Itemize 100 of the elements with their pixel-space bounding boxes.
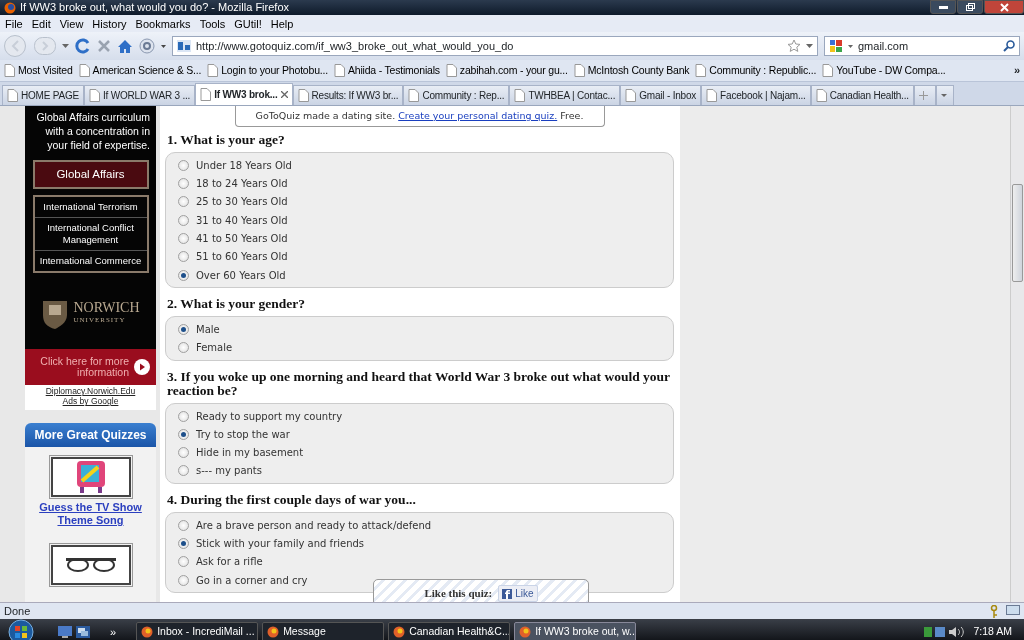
answer-option[interactable]: Hide in my basement: [178, 443, 304, 462]
browser-tab[interactable]: HOME PAGE: [2, 85, 85, 105]
ad-button[interactable]: Global Affairs: [32, 160, 149, 190]
radio-button[interactable]: [178, 447, 189, 459]
bookmark-item[interactable]: McIntosh County Bank: [573, 62, 690, 79]
radio-button[interactable]: [178, 196, 189, 208]
taskbar-overflow-button[interactable]: »: [110, 623, 117, 640]
reload-button[interactable]: [75, 38, 91, 54]
bookmarks-overflow-button[interactable]: »: [1014, 62, 1020, 79]
radio-button[interactable]: [178, 269, 189, 281]
answer-option[interactable]: Go in a corner and cry: [178, 571, 308, 590]
radio-button[interactable]: [178, 251, 189, 263]
question-title: 3. If you woke up one morning and heard that World War 3 broke out what would your reaction be?: [167, 369, 671, 398]
menu-item[interactable]: GUtil!: [234, 16, 262, 31]
scrollbar-thumb[interactable]: [1012, 184, 1023, 282]
menu-item[interactable]: File: [5, 16, 23, 31]
answer-option[interactable]: Under 18 Years Old: [178, 156, 292, 175]
radio-button[interactable]: [178, 323, 189, 335]
page-icon: [200, 88, 212, 101]
maximize-button[interactable]: [957, 0, 983, 14]
answer-option[interactable]: 31 to 40 Years Old: [178, 211, 288, 230]
browser-tab[interactable]: Canadian Health...: [810, 85, 914, 105]
menu-item[interactable]: History: [92, 16, 127, 31]
answer-option[interactable]: Female: [178, 338, 233, 357]
taskbar-button[interactable]: Inbox - IncrediMail ...: [136, 622, 259, 640]
radio-button[interactable]: [178, 574, 189, 586]
bookmark-item[interactable]: zabihah.com - your gu...: [445, 62, 568, 79]
browser-tab[interactable]: If WW3 brok...: [195, 83, 293, 105]
browser-tab[interactable]: Gmail - Inbox: [620, 85, 702, 105]
ads-by-link[interactable]: Ads by Google: [25, 396, 156, 407]
answer-option[interactable]: Are a brave person and ready to attack/defend: [178, 516, 432, 535]
ad-link[interactable]: Diplomacy.Norwich.Edu: [25, 386, 156, 397]
forward-button[interactable]: [34, 37, 56, 55]
app-icon: [393, 626, 406, 638]
taskbar-button[interactable]: Canadian Health&C...: [388, 622, 511, 640]
history-dropdown-button[interactable]: [62, 44, 69, 48]
new-tab-button[interactable]: [913, 85, 936, 105]
menu-item[interactable]: View: [59, 16, 84, 31]
answer-option[interactable]: Over 60 Years Old: [178, 266, 286, 285]
answer-option[interactable]: 18 to 24 Years Old: [178, 174, 288, 193]
answer-option[interactable]: Try to stop the war: [178, 425, 290, 444]
radio-button[interactable]: [178, 428, 189, 440]
radio-button[interactable]: [178, 159, 189, 171]
stop-button[interactable]: [97, 39, 111, 53]
bookmark-item[interactable]: Most Visited: [4, 62, 73, 79]
scrollbar[interactable]: [1010, 106, 1024, 602]
toolbar-button[interactable]: [139, 38, 155, 54]
option-label: Hide in my basement: [196, 446, 304, 461]
taskbar-button[interactable]: If WW3 broke out, w...: [514, 622, 637, 640]
browser-tab[interactable]: Community : Rep...: [403, 85, 510, 105]
radio-button[interactable]: [178, 465, 189, 477]
answer-option[interactable]: s--- my pants: [178, 461, 262, 481]
back-button[interactable]: [4, 35, 28, 57]
radio-button[interactable]: [178, 538, 189, 550]
radio-button[interactable]: [178, 342, 189, 354]
menu-item[interactable]: Bookmarks: [135, 16, 191, 31]
answer-option[interactable]: 51 to 60 Years Old: [178, 247, 288, 267]
browser-tab[interactable]: If WORLD WAR 3 ...: [84, 85, 196, 105]
radio-button[interactable]: [178, 519, 189, 531]
radio-button[interactable]: [178, 410, 189, 422]
advertisement[interactable]: [25, 106, 156, 386]
minimize-button[interactable]: [930, 0, 956, 14]
close-button[interactable]: [984, 0, 1024, 14]
radio-button[interactable]: [178, 233, 189, 245]
home-icon: [117, 38, 133, 54]
home-button[interactable]: [117, 38, 133, 54]
answer-option[interactable]: 25 to 30 Years Old: [178, 192, 288, 212]
bookmark-item[interactable]: Ahiida - Testimonials: [333, 62, 440, 79]
radio-button[interactable]: [178, 214, 189, 226]
like-button[interactable]: Like: [498, 585, 538, 602]
browser-tab[interactable]: Facebook | Najam...: [701, 85, 811, 105]
toolbar-dropdown-button[interactable]: [161, 44, 166, 48]
answer-option[interactable]: Stick with your family and friends: [178, 534, 365, 553]
dating-quiz-link[interactable]: Create your personal dating quiz.: [398, 110, 558, 121]
browser-tab[interactable]: TWHBEA | Contac...: [509, 85, 621, 105]
restore-icon: [965, 3, 975, 11]
bookmark-item[interactable]: YouTube - DW Compa...: [822, 62, 946, 79]
quick-launch-button[interactable]: [58, 626, 72, 638]
menu-item[interactable]: Tools: [199, 16, 226, 31]
quiz-link[interactable]: Guess the TV Show Theme Song: [25, 501, 156, 528]
browser-tab[interactable]: Results: If WW3 br...: [292, 85, 404, 105]
answer-option[interactable]: 41 to 50 Years Old: [178, 229, 288, 248]
taskbar-button[interactable]: Message: [262, 622, 385, 640]
caret-icon: [806, 44, 813, 48]
bookmark-item[interactable]: Login to your Photobu...: [207, 62, 328, 79]
bookmark-item[interactable]: Community : Republic...: [695, 62, 817, 79]
radio-button[interactable]: [178, 556, 189, 568]
quick-launch-button[interactable]: [76, 626, 90, 638]
ad-cta-banner[interactable]: Click here for more information: [25, 349, 156, 386]
search-field[interactable]: gmail.com: [824, 36, 1020, 56]
bookmark-item[interactable]: American Science & S...: [78, 62, 202, 79]
page-icon: [7, 89, 18, 102]
radio-button[interactable]: [178, 178, 189, 190]
answer-option[interactable]: Ask for a rifle: [178, 552, 263, 571]
address-field[interactable]: http://www.gotoquiz.com/if_ww3_broke_out_what_would_you_do: [172, 36, 818, 56]
menu-item[interactable]: Help: [270, 16, 294, 31]
answer-option[interactable]: Ready to support my country: [178, 406, 343, 426]
page-icon: [297, 89, 309, 102]
menu-item[interactable]: Edit: [31, 16, 51, 31]
answer-option[interactable]: Male: [178, 320, 220, 339]
